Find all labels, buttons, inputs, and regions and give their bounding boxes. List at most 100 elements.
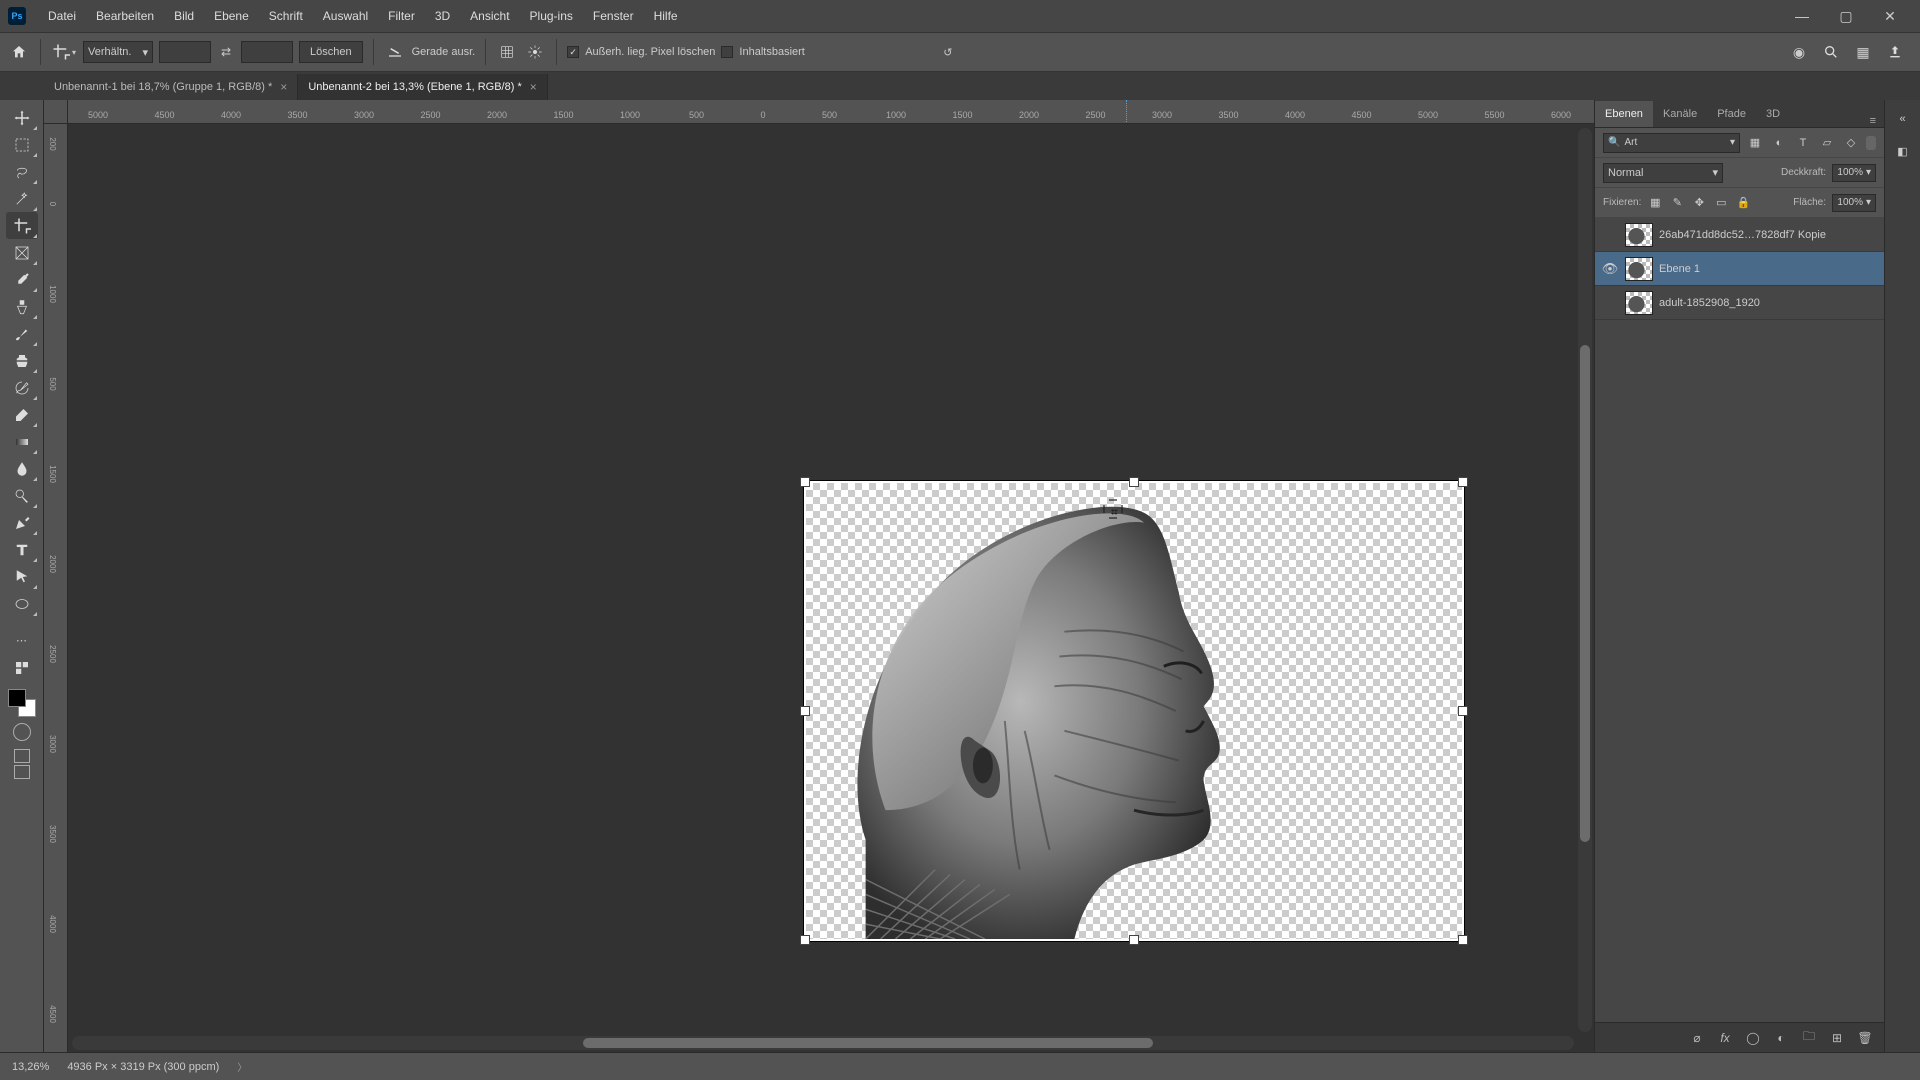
content-aware-checkbox[interactable] [721, 46, 733, 58]
crop-height-input[interactable] [241, 41, 293, 63]
crop-handle-tr[interactable] [1458, 477, 1468, 487]
layer-mask-icon[interactable]: ◯ [1744, 1029, 1762, 1047]
color-swatches[interactable] [8, 689, 36, 717]
menu-ebene[interactable]: Ebene [204, 5, 259, 27]
straighten-icon[interactable] [384, 41, 406, 63]
crop-handle-br[interactable] [1458, 935, 1468, 945]
crop-tool-indicator[interactable]: ▾ [51, 39, 77, 65]
edit-toolbar[interactable] [6, 654, 38, 681]
crop-settings-button[interactable] [524, 41, 546, 63]
crop-handle-bl[interactable] [800, 935, 810, 945]
zoom-level[interactable]: 13,26% [12, 1061, 49, 1073]
panel-menu-button[interactable]: ≡ [1862, 115, 1884, 127]
layer-filter-search[interactable]: 🔍 Art ▾ [1603, 133, 1740, 153]
fill-input[interactable]: 100%▾ [1832, 194, 1876, 212]
delete-layer-icon[interactable]: 🗑 [1856, 1029, 1874, 1047]
blur-tool[interactable] [6, 455, 38, 482]
more-tools[interactable]: ⋯ [6, 627, 38, 654]
menu-bearbeiten[interactable]: Bearbeiten [86, 5, 164, 27]
vertical-scrollbar-thumb[interactable] [1580, 345, 1590, 842]
home-button[interactable] [8, 41, 30, 63]
maximize-button[interactable]: ▢ [1824, 1, 1868, 31]
search-icon[interactable] [1822, 43, 1840, 61]
close-tab-icon[interactable]: × [530, 80, 537, 94]
horizontal-scrollbar-thumb[interactable] [583, 1038, 1154, 1048]
aspect-ratio-dropdown[interactable]: Verhältn.▾ [83, 41, 153, 63]
history-brush-tool[interactable] [6, 374, 38, 401]
eraser-tool[interactable] [6, 401, 38, 428]
workspace-icon[interactable]: ▦ [1854, 43, 1872, 61]
type-tool[interactable] [6, 536, 38, 563]
filter-pixel-icon[interactable]: ▦ [1746, 134, 1764, 152]
ruler-origin[interactable] [44, 100, 68, 124]
marquee-tool[interactable] [6, 131, 38, 158]
menu-plug-ins[interactable]: Plug-ins [520, 5, 583, 27]
document-info[interactable]: 4936 Px × 3319 Px (300 ppcm) [67, 1061, 219, 1073]
magic-wand-tool[interactable] [6, 185, 38, 212]
menu-3d[interactable]: 3D [425, 5, 460, 27]
lock-transparency-icon[interactable]: ▦ [1647, 194, 1663, 212]
gradient-tool[interactable] [6, 428, 38, 455]
filter-smart-icon[interactable]: ◇ [1842, 134, 1860, 152]
move-tool[interactable] [6, 104, 38, 131]
properties-panel-icon[interactable]: ◧ [1892, 140, 1914, 162]
new-layer-icon[interactable]: ⊞ [1828, 1029, 1846, 1047]
filter-toggle-icon[interactable] [1866, 136, 1876, 150]
crop-handle-r[interactable] [1458, 706, 1468, 716]
layer-item[interactable]: adult-1852908_1920 [1595, 286, 1884, 320]
filter-shape-icon[interactable]: ▱ [1818, 134, 1836, 152]
document-tab[interactable]: Unbenannt-1 bei 18,7% (Gruppe 1, RGB/8) … [44, 74, 298, 100]
screen-mode-button[interactable] [14, 749, 30, 763]
crop-frame[interactable]: ⌗ [804, 481, 1464, 941]
filter-type-icon[interactable]: T [1794, 134, 1812, 152]
foreground-color-swatch[interactable] [8, 689, 26, 707]
opacity-input[interactable]: 100%▾ [1832, 164, 1876, 182]
document-tab[interactable]: Unbenannt-2 bei 13,3% (Ebene 1, RGB/8) *… [298, 74, 547, 100]
close-button[interactable]: ✕ [1868, 1, 1912, 31]
lock-artboard-icon[interactable]: ▭ [1713, 194, 1729, 212]
vertical-ruler[interactable]: 200010005001500200025003000350040004500 [44, 124, 68, 1052]
path-selection-tool[interactable] [6, 563, 38, 590]
lock-all-icon[interactable]: 🔒 [1735, 194, 1751, 212]
horizontal-scrollbar[interactable] [72, 1036, 1574, 1050]
lasso-tool[interactable] [6, 158, 38, 185]
cloud-docs-icon[interactable]: ◉ [1790, 43, 1808, 61]
status-menu-arrow[interactable]: 〉 [237, 1059, 247, 1074]
minimize-button[interactable]: — [1780, 1, 1824, 31]
clone-stamp-tool[interactable] [6, 347, 38, 374]
vertical-scrollbar[interactable] [1578, 128, 1592, 1032]
blend-mode-dropdown[interactable]: Normal▾ [1603, 163, 1723, 183]
crop-handle-l[interactable] [800, 706, 810, 716]
reset-crop-button[interactable]: ↺ [937, 41, 959, 63]
layer-name-label[interactable]: 26ab471dd8dc52…7828df7 Kopie [1659, 229, 1826, 241]
layer-item[interactable]: 26ab471dd8dc52…7828df7 Kopie [1595, 218, 1884, 252]
menu-hilfe[interactable]: Hilfe [644, 5, 688, 27]
tab-channels[interactable]: Kanäle [1653, 101, 1707, 127]
crop-handle-b[interactable] [1129, 935, 1139, 945]
layer-visibility-toggle[interactable]: 👁 [1601, 261, 1619, 277]
eyedropper-tool[interactable] [6, 266, 38, 293]
brush-tool[interactable] [6, 320, 38, 347]
crop-tool[interactable] [6, 212, 38, 239]
straighten-label[interactable]: Gerade ausr. [412, 46, 476, 58]
filter-adjustment-icon[interactable]: ◐ [1770, 134, 1788, 152]
menu-datei[interactable]: Datei [38, 5, 86, 27]
layer-thumbnail[interactable] [1625, 257, 1653, 281]
layer-item[interactable]: 👁 Ebene 1 [1595, 252, 1884, 286]
tab-paths[interactable]: Pfade [1707, 101, 1756, 127]
pen-tool[interactable] [6, 509, 38, 536]
link-layers-icon[interactable]: ⌀ [1688, 1029, 1706, 1047]
tab-3d[interactable]: 3D [1756, 101, 1790, 127]
group-icon[interactable]: 🗀 [1800, 1029, 1818, 1047]
layer-name-label[interactable]: adult-1852908_1920 [1659, 297, 1760, 309]
lock-position-icon[interactable]: ✥ [1691, 194, 1707, 212]
canvas-area[interactable]: 5000450040003500300025002000150010005000… [44, 100, 1594, 1052]
crop-handle-t[interactable] [1129, 477, 1139, 487]
delete-cropped-checkbox[interactable] [567, 46, 579, 58]
layer-name-label[interactable]: Ebene 1 [1659, 263, 1700, 275]
dodge-tool[interactable] [6, 482, 38, 509]
quick-mask-button[interactable] [13, 723, 31, 741]
frame-tool[interactable] [6, 239, 38, 266]
share-icon[interactable] [1886, 43, 1904, 61]
swap-dimensions-button[interactable]: ⇄ [217, 43, 235, 61]
